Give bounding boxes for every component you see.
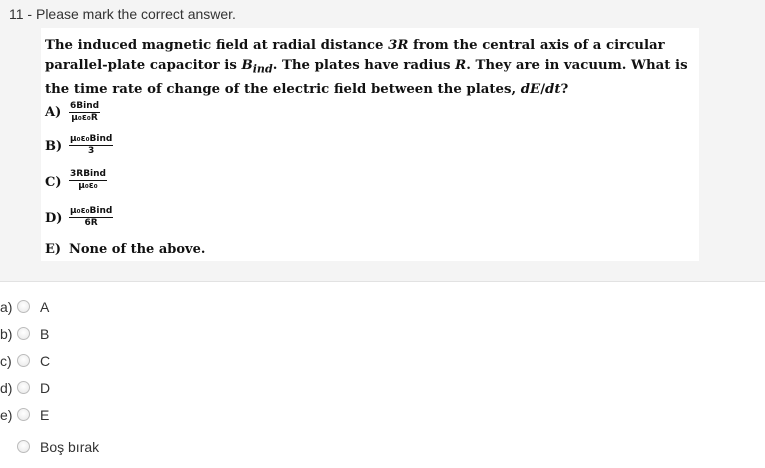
option-key: d) bbox=[0, 380, 13, 396]
answer-option-d[interactable]: d) D bbox=[0, 376, 200, 398]
stem-var: dE bbox=[520, 81, 541, 97]
fraction-denominator: μ₀ε₀ bbox=[78, 181, 98, 191]
option-label: E bbox=[40, 407, 50, 423]
radio-button[interactable] bbox=[17, 408, 30, 421]
option-key: a) bbox=[0, 299, 13, 315]
stem-var: 3R bbox=[388, 38, 409, 53]
answer-option-e[interactable]: e) E bbox=[0, 403, 200, 425]
option-label: Boş bırak bbox=[40, 439, 100, 455]
fraction-numerator: μ₀ε₀Bind bbox=[69, 206, 114, 218]
radio-button[interactable] bbox=[17, 440, 30, 453]
choice-letter: B) bbox=[45, 139, 63, 154]
choice-fraction: 3RBind μ₀ε₀ bbox=[69, 169, 107, 192]
choice-text: None of the above. bbox=[69, 242, 206, 257]
answer-option-leave-blank[interactable]: Boş bırak bbox=[0, 435, 200, 457]
option-key: b) bbox=[0, 326, 13, 342]
answer-option-a[interactable]: a) A bbox=[0, 295, 200, 317]
choice-letter: E) bbox=[45, 242, 62, 257]
choice-letter: D) bbox=[45, 211, 63, 226]
choice-fraction: 6Bind μ₀ε₀R bbox=[69, 101, 101, 124]
question-panel: 11 - Please mark the correct answer. The… bbox=[0, 0, 765, 282]
question-body: The induced magnetic field at radial dis… bbox=[41, 28, 699, 261]
question-stem: The induced magnetic field at radial dis… bbox=[45, 36, 695, 100]
stem-var: B bbox=[241, 58, 253, 73]
stem-var: dt bbox=[545, 81, 561, 97]
radio-button[interactable] bbox=[17, 354, 30, 367]
option-label: D bbox=[40, 380, 51, 396]
fraction-numerator: 3RBind bbox=[69, 169, 107, 181]
radio-button[interactable] bbox=[17, 300, 30, 313]
stem-text: . The plates have radius bbox=[272, 58, 456, 73]
stem-text: The induced magnetic field at radial dis… bbox=[45, 38, 389, 53]
radio-button[interactable] bbox=[17, 381, 30, 394]
fraction-denominator: μ₀ε₀R bbox=[71, 113, 98, 123]
option-label: B bbox=[40, 326, 50, 342]
stem-text: ? bbox=[560, 81, 569, 97]
fraction-numerator: 6Bind bbox=[69, 101, 101, 113]
stem-subscript: ind bbox=[252, 62, 273, 76]
option-label: C bbox=[40, 353, 51, 369]
option-label: A bbox=[40, 299, 50, 315]
answer-option-c[interactable]: c) C bbox=[0, 349, 200, 371]
option-key: c) bbox=[0, 353, 12, 369]
choice-letter: A) bbox=[45, 105, 62, 120]
choice-letter: C) bbox=[45, 175, 62, 190]
choice-fraction: μ₀ε₀Bind 6R bbox=[69, 206, 114, 229]
radio-button[interactable] bbox=[17, 327, 30, 340]
question-header: 11 - Please mark the correct answer. bbox=[9, 6, 236, 22]
fraction-denominator: 3 bbox=[88, 146, 95, 156]
choice-fraction: μ₀ε₀Bind 3 bbox=[69, 134, 114, 157]
fraction-denominator: 6R bbox=[84, 218, 98, 228]
answer-option-b[interactable]: b) B bbox=[0, 322, 200, 344]
stem-var: R bbox=[455, 58, 467, 73]
option-key: e) bbox=[0, 407, 13, 423]
fraction-numerator: μ₀ε₀Bind bbox=[69, 134, 114, 146]
